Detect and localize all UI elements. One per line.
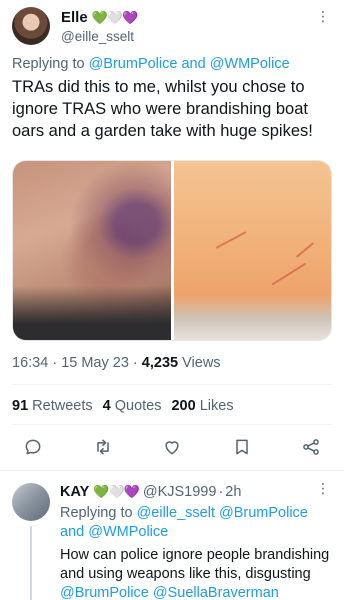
name-emoji: 💚🤍💜	[91, 9, 139, 25]
retweet-icon[interactable]	[92, 436, 114, 458]
replying-to: Replying to @BrumPolice and @WMPolice	[12, 56, 290, 72]
mention-and: and	[181, 56, 206, 72]
thread-line	[30, 526, 32, 600]
reply-time[interactable]: 2h	[225, 484, 241, 500]
mention-and: and	[60, 524, 85, 540]
date: 15 May 23	[61, 355, 129, 371]
bookmark-icon[interactable]	[231, 436, 253, 458]
author-name[interactable]: Elle	[61, 9, 88, 26]
tweet-stats: 91 Retweets 4 Quotes 200 Likes	[12, 398, 234, 414]
more-options-icon[interactable]: ⋮	[316, 481, 330, 495]
tweet-media[interactable]	[12, 160, 332, 341]
quotes-stat[interactable]: 4 Quotes	[103, 398, 162, 414]
replying-to: Replying to @eille_sselt @BrumPolice and…	[60, 504, 336, 542]
media-photo-bruised-arm[interactable]	[13, 161, 171, 340]
separator-dot: ·	[218, 484, 224, 500]
mention-link[interactable]: @BrumPolice	[89, 56, 178, 72]
mention-link[interactable]: @WMPolice	[210, 56, 290, 72]
replying-prefix: Replying to	[60, 505, 133, 521]
views-label: Views	[182, 355, 221, 371]
mention-link[interactable]: @SuellaBraverman	[153, 585, 279, 600]
avatar[interactable]	[12, 483, 50, 521]
tweet-timestamp[interactable]: 16:34 · 15 May 23 · 4,235 Views	[12, 355, 221, 371]
media-photo-scratched-arm[interactable]	[173, 161, 331, 340]
reply-author-name[interactable]: KAY	[60, 484, 89, 500]
name-emoji: 💚🤍💜	[93, 484, 140, 499]
mention-link[interactable]: @BrumPolice	[60, 585, 149, 600]
time: 16:34	[12, 355, 49, 371]
mention-link[interactable]: @BrumPolice	[219, 505, 308, 521]
mention-link[interactable]: @WMPolice	[88, 524, 168, 540]
replying-prefix: Replying to	[12, 56, 85, 72]
divider	[12, 424, 332, 425]
divider	[12, 384, 332, 385]
author-name-line[interactable]: Elle 💚🤍💜	[61, 9, 139, 26]
mention-link[interactable]: @eille_sselt	[137, 505, 215, 521]
reply-author-handle[interactable]: @KJS1999	[143, 484, 217, 500]
avatar[interactable]	[12, 7, 50, 45]
views-count: 4,235	[141, 355, 179, 371]
retweets-stat[interactable]: 91 Retweets	[12, 398, 93, 414]
reply-icon[interactable]	[22, 436, 44, 458]
reply-text: How can police ignore people brandishing…	[60, 546, 336, 600]
reply-text-line: How can police ignore people brandishing…	[60, 547, 330, 582]
share-icon[interactable]	[300, 436, 322, 458]
more-options-icon[interactable]: ⋮	[316, 9, 330, 23]
action-bar	[12, 436, 332, 462]
divider	[0, 470, 344, 471]
tweet-text: TRAs did this to me, whilst you chose to…	[12, 78, 313, 140]
author-handle[interactable]: @eille_sselt	[61, 29, 134, 44]
reply-author-line: KAY 💚🤍💜 @KJS1999 · 2h	[60, 484, 241, 500]
likes-stat[interactable]: 200 Likes	[171, 398, 233, 414]
like-icon[interactable]	[161, 436, 183, 458]
